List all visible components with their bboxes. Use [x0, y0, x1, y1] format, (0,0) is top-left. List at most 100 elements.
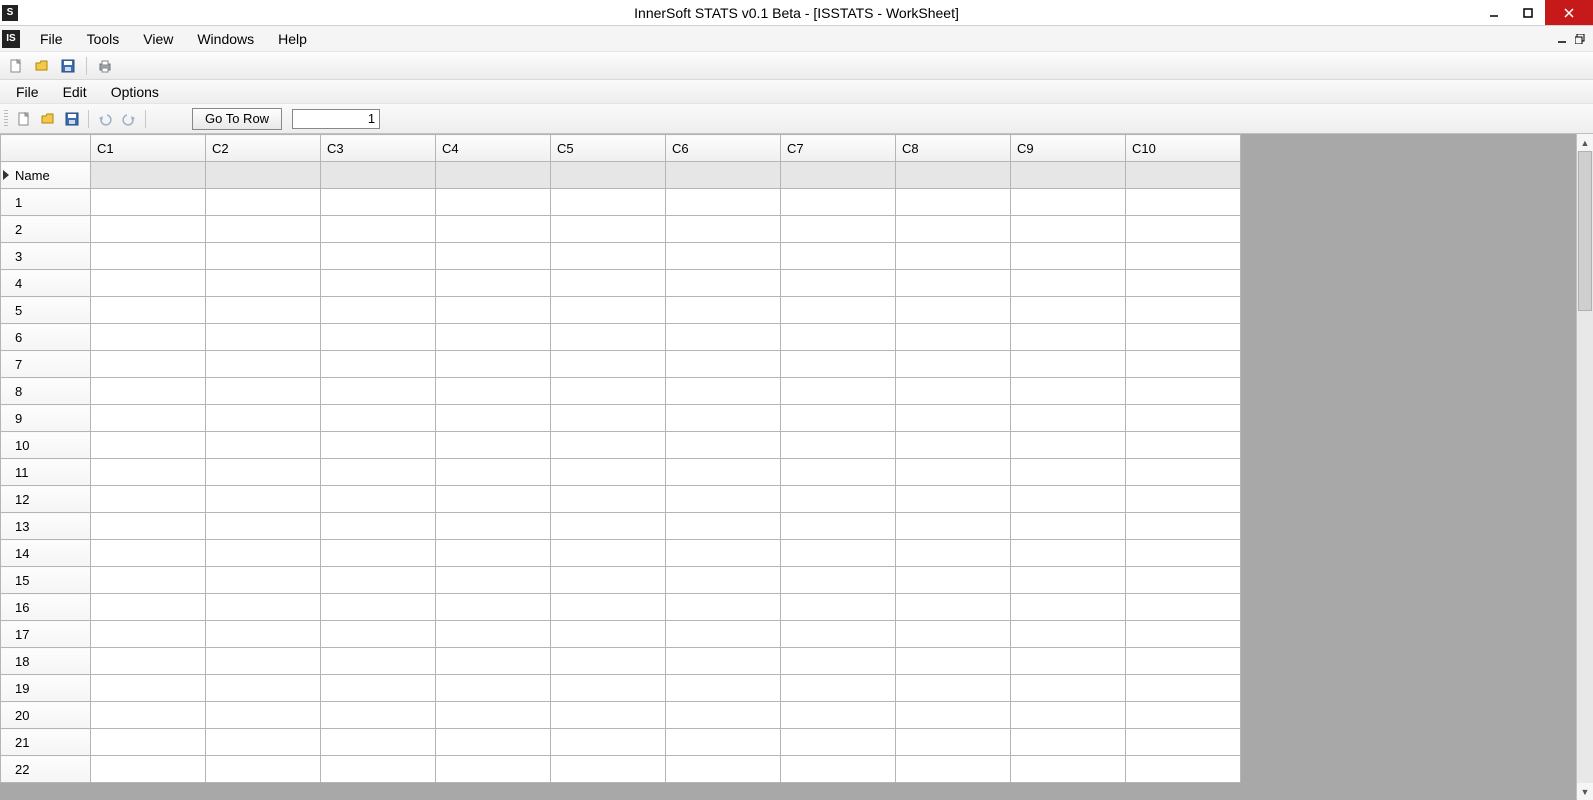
data-cell[interactable] — [896, 216, 1011, 243]
data-cell[interactable] — [1126, 270, 1241, 297]
data-cell[interactable] — [1011, 432, 1126, 459]
name-cell[interactable] — [896, 162, 1011, 189]
data-cell[interactable] — [551, 702, 666, 729]
table-row[interactable]: 20 — [1, 702, 1241, 729]
mdi-minimize-button[interactable] — [1557, 34, 1567, 44]
column-header[interactable]: C8 — [896, 135, 1011, 162]
data-cell[interactable] — [1011, 513, 1126, 540]
data-cell[interactable] — [1126, 486, 1241, 513]
data-cell[interactable] — [91, 756, 206, 783]
table-row[interactable]: 4 — [1, 270, 1241, 297]
row-header[interactable]: 10 — [1, 432, 91, 459]
data-cell[interactable] — [896, 297, 1011, 324]
data-cell[interactable] — [896, 405, 1011, 432]
row-header[interactable]: 12 — [1, 486, 91, 513]
ws-open-icon[interactable] — [38, 109, 58, 129]
data-cell[interactable] — [321, 675, 436, 702]
data-cell[interactable] — [321, 324, 436, 351]
data-cell[interactable] — [436, 540, 551, 567]
data-cell[interactable] — [436, 675, 551, 702]
data-cell[interactable] — [436, 756, 551, 783]
data-cell[interactable] — [666, 702, 781, 729]
data-cell[interactable] — [781, 756, 896, 783]
close-button[interactable] — [1545, 0, 1593, 25]
data-cell[interactable] — [1011, 675, 1126, 702]
data-cell[interactable] — [1011, 729, 1126, 756]
data-cell[interactable] — [206, 621, 321, 648]
table-row[interactable]: 2 — [1, 216, 1241, 243]
data-cell[interactable] — [551, 351, 666, 378]
data-cell[interactable] — [551, 432, 666, 459]
row-header[interactable]: 13 — [1, 513, 91, 540]
data-cell[interactable] — [896, 243, 1011, 270]
data-cell[interactable] — [896, 432, 1011, 459]
table-row[interactable]: 6 — [1, 324, 1241, 351]
data-cell[interactable] — [1126, 648, 1241, 675]
row-header[interactable]: 19 — [1, 675, 91, 702]
data-cell[interactable] — [781, 621, 896, 648]
data-cell[interactable] — [666, 216, 781, 243]
data-cell[interactable] — [436, 243, 551, 270]
data-cell[interactable] — [1011, 648, 1126, 675]
column-header[interactable]: C9 — [1011, 135, 1126, 162]
data-cell[interactable] — [91, 729, 206, 756]
data-cell[interactable] — [896, 729, 1011, 756]
data-cell[interactable] — [1126, 567, 1241, 594]
data-cell[interactable] — [91, 216, 206, 243]
row-header[interactable]: 5 — [1, 297, 91, 324]
data-cell[interactable] — [781, 216, 896, 243]
new-icon[interactable] — [6, 56, 26, 76]
data-cell[interactable] — [1126, 729, 1241, 756]
data-cell[interactable] — [436, 621, 551, 648]
data-cell[interactable] — [1126, 702, 1241, 729]
data-cell[interactable] — [666, 729, 781, 756]
data-cell[interactable] — [321, 270, 436, 297]
data-cell[interactable] — [551, 621, 666, 648]
data-cell[interactable] — [321, 405, 436, 432]
data-cell[interactable] — [206, 378, 321, 405]
redo-icon[interactable] — [119, 109, 139, 129]
data-cell[interactable] — [1011, 216, 1126, 243]
data-cell[interactable] — [781, 432, 896, 459]
data-cell[interactable] — [551, 297, 666, 324]
data-cell[interactable] — [91, 297, 206, 324]
data-cell[interactable] — [91, 648, 206, 675]
data-cell[interactable] — [666, 648, 781, 675]
data-cell[interactable] — [1126, 297, 1241, 324]
data-cell[interactable] — [666, 756, 781, 783]
data-cell[interactable] — [1011, 324, 1126, 351]
data-cell[interactable] — [91, 270, 206, 297]
data-cell[interactable] — [206, 432, 321, 459]
data-cell[interactable] — [781, 351, 896, 378]
data-cell[interactable] — [781, 702, 896, 729]
data-cell[interactable] — [551, 675, 666, 702]
column-header[interactable]: C7 — [781, 135, 896, 162]
data-cell[interactable] — [1126, 405, 1241, 432]
data-cell[interactable] — [1126, 459, 1241, 486]
name-cell[interactable] — [781, 162, 896, 189]
data-cell[interactable] — [206, 486, 321, 513]
data-cell[interactable] — [91, 702, 206, 729]
data-cell[interactable] — [781, 540, 896, 567]
data-cell[interactable] — [91, 243, 206, 270]
table-row[interactable]: 21 — [1, 729, 1241, 756]
data-cell[interactable] — [1011, 351, 1126, 378]
data-cell[interactable] — [781, 675, 896, 702]
data-cell[interactable] — [551, 729, 666, 756]
data-cell[interactable] — [781, 567, 896, 594]
scroll-down-icon[interactable]: ▼ — [1577, 783, 1593, 800]
data-cell[interactable] — [436, 432, 551, 459]
data-cell[interactable] — [666, 513, 781, 540]
data-cell[interactable] — [321, 513, 436, 540]
vertical-scrollbar[interactable]: ▲ ▼ — [1576, 134, 1593, 800]
data-cell[interactable] — [781, 243, 896, 270]
data-cell[interactable] — [551, 756, 666, 783]
data-cell[interactable] — [1011, 378, 1126, 405]
data-cell[interactable] — [896, 756, 1011, 783]
data-cell[interactable] — [91, 351, 206, 378]
data-cell[interactable] — [436, 567, 551, 594]
data-cell[interactable] — [321, 756, 436, 783]
data-cell[interactable] — [551, 270, 666, 297]
data-cell[interactable] — [91, 540, 206, 567]
maximize-button[interactable] — [1511, 0, 1545, 25]
